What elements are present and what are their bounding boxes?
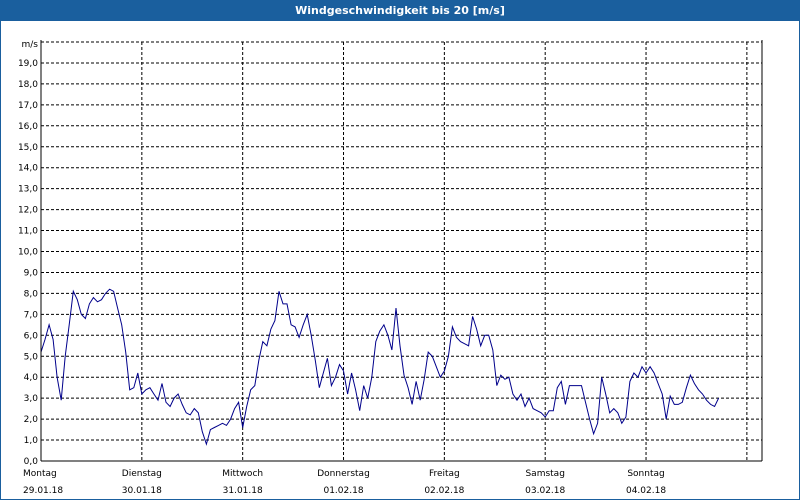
wind-speed-chart: 0,0 1,0 2,0 3,0 4,0 5,0 6,0 7,0 8,0 9,0 10,0 11,0 12… xyxy=(18,40,763,496)
x-day-label: Mittwoch xyxy=(222,469,263,479)
x-date-label: 01.02.18 xyxy=(323,486,363,496)
series-layer xyxy=(40,288,720,446)
y-tick-label: 7,0 xyxy=(24,310,39,320)
y-tick-label: 14,0 xyxy=(18,164,38,174)
grid xyxy=(41,41,762,461)
y-tick-label: 5,0 xyxy=(24,352,39,362)
x-date-label: 31.01.18 xyxy=(223,486,263,496)
x-day-label: Samstag xyxy=(525,469,564,479)
y-tick-label: 19,0 xyxy=(18,59,38,69)
x-date-label: 29.01.18 xyxy=(23,486,63,496)
y-tick-label: 4,0 xyxy=(24,373,39,383)
y-axis-label: m/s xyxy=(22,40,39,50)
y-tick-label: 2,0 xyxy=(24,415,39,425)
x-day-label: Dienstag xyxy=(122,469,162,479)
x-day-label: Freitag xyxy=(429,469,460,479)
y-tick-label: 13,0 xyxy=(18,185,38,195)
y-tick-label: 1,0 xyxy=(24,436,39,446)
chart-window: Windgeschwindigkeit bis 20 [m/s] 0,0 1,0 2… xyxy=(0,0,800,500)
x-date-label: 03.02.18 xyxy=(525,486,565,496)
y-tick-label: 17,0 xyxy=(18,101,38,111)
y-tick-label: 6,0 xyxy=(24,331,39,341)
y-tick-label: 15,0 xyxy=(18,143,38,153)
x-date-label: 02.02.18 xyxy=(424,486,464,496)
y-tick-label: 11,0 xyxy=(18,227,38,237)
x-day-label: Donnerstag xyxy=(317,469,370,479)
y-tick-label: 16,0 xyxy=(18,122,38,132)
y-tick-label: 8,0 xyxy=(24,289,39,299)
x-date-label: 30.01.18 xyxy=(122,486,162,496)
y-tick-label: 9,0 xyxy=(24,268,39,278)
x-day-label: Sonntag xyxy=(627,469,664,479)
x-date-label: 04.02.18 xyxy=(626,486,666,496)
y-tick-label: 3,0 xyxy=(24,394,39,404)
y-tick-label: 10,0 xyxy=(18,248,38,258)
x-day-label: Montag xyxy=(23,469,57,479)
wind-speed-line xyxy=(40,288,720,446)
labels: 0,0 1,0 2,0 3,0 4,0 5,0 6,0 7,0 8,0 9,0 10,0 11,0 12… xyxy=(18,40,666,496)
y-tick-label: 12,0 xyxy=(18,206,38,216)
y-tick-label: 0,0 xyxy=(24,457,39,467)
y-tick-label: 18,0 xyxy=(18,80,38,90)
chart-title: Windgeschwindigkeit bis 20 [m/s] xyxy=(1,1,799,21)
